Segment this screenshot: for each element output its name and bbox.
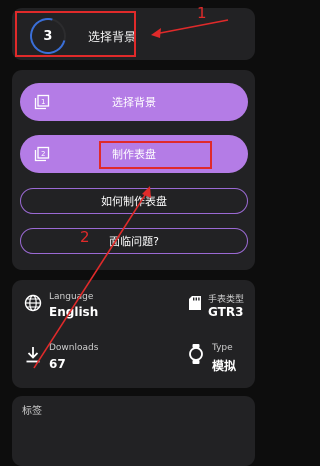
download-icon [26,347,40,363]
image-two-icon: 2 [34,146,50,162]
globe-icon [24,294,42,312]
watch-type-label: 手表类型 [208,295,245,305]
type-label: Type [212,343,233,353]
watch-icon [189,344,203,364]
tags-label: 标签 [22,406,42,417]
annotation-number-one: 1 [197,4,207,22]
language-value: English [49,305,99,319]
problems-button[interactable]: 面临问题? [20,228,248,254]
how-to-make-label: 如何制作表盘 [101,195,167,208]
watch-type-value: GTR3 [208,305,244,319]
image-one-icon: 1 [34,94,50,110]
svg-text:2: 2 [41,150,45,158]
tags-card: 标签 [12,396,255,466]
actions-card: 1 选择背景 2 制作表盘 如何制作表盘 面临问题? [12,70,255,270]
downloads-value: 67 [49,357,66,371]
svg-text:1: 1 [41,98,45,106]
select-background-button[interactable]: 1 选择背景 [20,83,248,121]
problems-label: 面临问题? [109,235,159,248]
annotation-box-make [99,141,212,169]
sd-card-icon [189,296,201,310]
how-to-make-button[interactable]: 如何制作表盘 [20,188,248,214]
type-value: 模拟 [212,359,237,373]
annotation-number-two: 2 [80,228,90,246]
annotation-box-step [15,11,136,57]
select-background-label: 选择背景 [112,96,156,109]
info-card: Language English 手表类型 GTR3 Downloads 67 … [12,280,255,388]
downloads-label: Downloads [49,343,99,353]
language-label: Language [49,292,94,302]
